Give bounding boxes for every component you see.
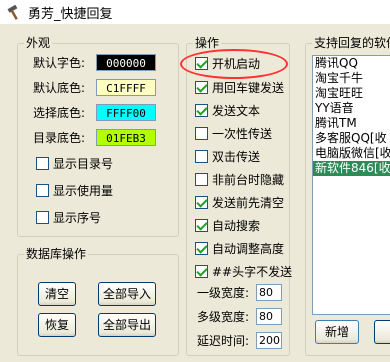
database-group-title: 数据库操作 — [24, 246, 89, 262]
checkbox-label: 自动搜索 — [212, 218, 261, 233]
checkbox-label: 自动调整高度 — [212, 241, 285, 256]
checkbox-label: ##头字不发送 — [212, 264, 293, 279]
list-item[interactable]: 淘宝千牛 — [313, 71, 390, 86]
clear-before-send-checkbox[interactable]: 发送前先清空 — [195, 194, 284, 210]
clear-button[interactable]: 清空 — [38, 282, 76, 306]
send-text-checkbox[interactable]: 发送文本 — [195, 102, 260, 118]
checkbox-label: 非前台时隐藏 — [212, 172, 285, 187]
checkbox-label: 显示序号 — [53, 210, 102, 225]
checkbox-box[interactable] — [36, 183, 49, 197]
default-bg-color-label: 默认底色: — [33, 81, 86, 95]
directory-bg-color-label: 目录底色: — [33, 131, 86, 145]
list-item[interactable]: 电脑版微信[收 — [313, 146, 390, 161]
checkbox-box[interactable] — [195, 241, 208, 255]
export-all-button[interactable]: 全部导出 — [98, 313, 156, 337]
delay-time-label: 延迟时间: — [197, 334, 250, 348]
hammer-icon — [7, 4, 18, 20]
checkbox-label: 发送前先清空 — [212, 195, 285, 210]
checkbox-box[interactable] — [195, 56, 208, 70]
checkbox-label: 一次性传送 — [212, 126, 273, 141]
list-item-selected[interactable]: 新软件846[收 — [313, 161, 390, 176]
checkbox-label: 发送文本 — [212, 103, 261, 118]
selection-bg-color-box[interactable]: FFFF00 — [96, 104, 156, 121]
show-sequence-checkbox[interactable]: 显示序号 — [36, 209, 101, 225]
selection-bg-color-label: 选择底色: — [33, 106, 86, 120]
checkbox-box[interactable] — [195, 103, 208, 117]
software-group-title: 支持回复的软件 — [312, 35, 390, 51]
software-list[interactable]: 腾讯QQ 淘宝千牛 淘宝旺旺 YY语音 腾讯TM 多客服QQ[收 电脑版微信[收… — [312, 55, 390, 315]
checkbox-box[interactable] — [195, 126, 208, 140]
hash-prefix-not-sent-checkbox[interactable]: ##头字不发送 — [195, 263, 292, 279]
multilevel-width-input[interactable]: 80 — [256, 308, 282, 325]
checkbox-label: 用回车键发送 — [212, 80, 285, 95]
level1-width-input[interactable]: 80 — [256, 284, 282, 301]
default-bg-color-box[interactable]: C1FFFF — [96, 79, 156, 96]
checkbox-box[interactable] — [195, 218, 208, 232]
list-item[interactable]: 多客服QQ[收 — [313, 131, 390, 146]
checkbox-box[interactable] — [36, 210, 49, 224]
checkbox-label: 显示使用量 — [53, 183, 114, 198]
level1-width-label: 一级宽度: — [197, 286, 250, 300]
list-item[interactable]: YY语音 — [313, 101, 390, 116]
next-button-partial[interactable] — [374, 320, 390, 344]
show-usage-checkbox[interactable]: 显示使用量 — [36, 182, 113, 198]
checkbox-label: 显示目录号 — [53, 156, 114, 171]
restore-button[interactable]: 恢复 — [38, 313, 76, 337]
default-font-color-label: 默认字色: — [33, 56, 86, 70]
window-client: 外观 默认字色: 000000 默认底色: C1FFFF 选择底色: FFFF0… — [0, 24, 390, 362]
list-item[interactable]: 淘宝旺旺 — [313, 86, 390, 101]
checkbox-box[interactable] — [195, 149, 208, 163]
checkbox-box[interactable] — [36, 156, 49, 170]
default-font-color-box[interactable]: 000000 — [96, 54, 156, 71]
one-time-send-checkbox[interactable]: 一次性传送 — [195, 125, 272, 141]
title-bar: 勇芳_快捷回复 — [0, 0, 390, 24]
window-title: 勇芳_快捷回复 — [28, 6, 113, 22]
checkbox-box[interactable] — [195, 264, 208, 278]
delay-time-input[interactable]: 200 — [256, 332, 282, 349]
checkbox-box[interactable] — [195, 172, 208, 186]
auto-search-checkbox[interactable]: 自动搜索 — [195, 217, 260, 233]
operations-group-title: 操作 — [193, 35, 222, 51]
checkbox-box[interactable] — [195, 195, 208, 209]
directory-bg-color-box[interactable]: 01FEB3 — [96, 129, 156, 146]
checkbox-label: 双击传送 — [212, 149, 261, 164]
add-new-button[interactable]: 新增 — [315, 320, 359, 344]
show-directory-number-checkbox[interactable]: 显示目录号 — [36, 155, 113, 171]
double-click-send-checkbox[interactable]: 双击传送 — [195, 148, 260, 164]
checkbox-box[interactable] — [195, 80, 208, 94]
list-item[interactable]: 腾讯QQ — [313, 56, 390, 71]
import-all-button[interactable]: 全部导入 — [98, 282, 156, 306]
auto-adjust-height-checkbox[interactable]: 自动调整高度 — [195, 240, 284, 256]
enter-to-send-checkbox[interactable]: 用回车键发送 — [195, 79, 284, 95]
multilevel-width-label: 多级宽度: — [197, 310, 250, 324]
checkbox-label: 开机启动 — [212, 56, 261, 71]
list-item[interactable]: 腾讯TM — [313, 116, 390, 131]
auto-start-checkbox[interactable]: 开机启动 — [195, 55, 260, 71]
appearance-group-title: 外观 — [24, 35, 53, 51]
hide-when-background-checkbox[interactable]: 非前台时隐藏 — [195, 171, 284, 187]
